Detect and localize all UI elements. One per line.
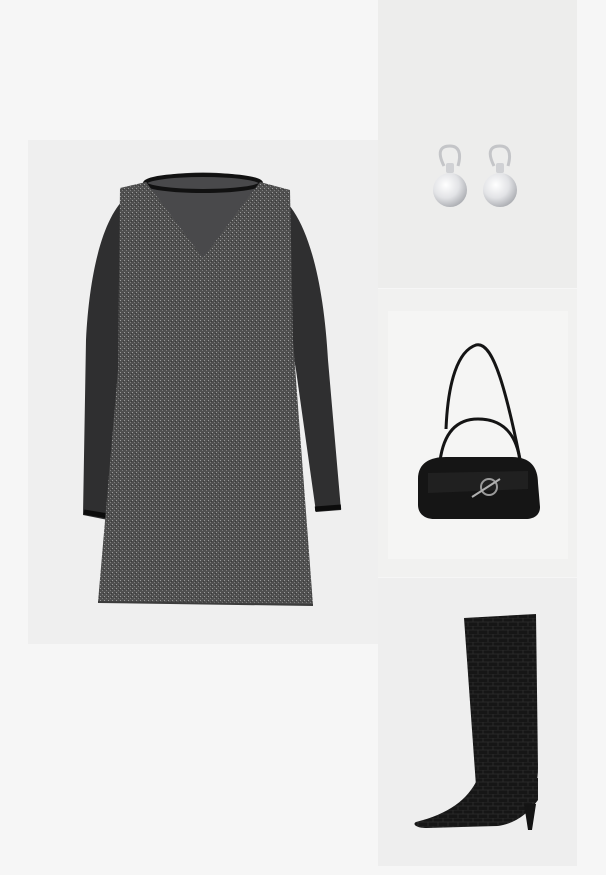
handbag-icon <box>418 343 540 519</box>
dress-icon <box>83 172 342 606</box>
dress-product-tile[interactable] <box>28 140 378 644</box>
boot-icon <box>414 614 538 830</box>
handbag-image-panel <box>388 311 568 559</box>
boots-product-tile[interactable] <box>378 578 577 866</box>
pearl-earrings-icon <box>433 144 517 207</box>
handbag-product-tile[interactable] <box>378 289 577 577</box>
earrings-product-tile[interactable] <box>378 0 577 288</box>
